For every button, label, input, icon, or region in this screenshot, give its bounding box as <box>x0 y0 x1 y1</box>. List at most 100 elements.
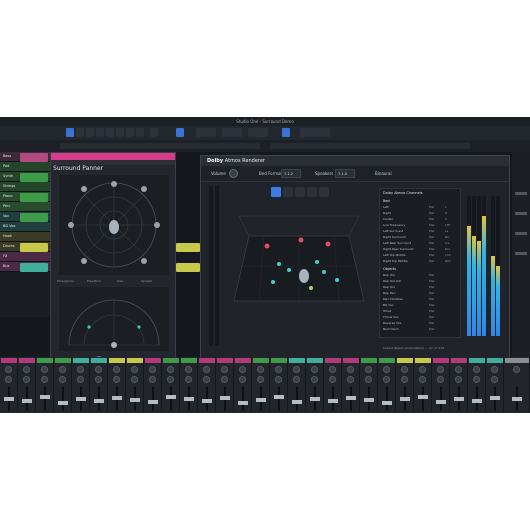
clip-block[interactable] <box>20 263 48 272</box>
daw-window: Studio One - Surround Demo Bass Pad Synt… <box>0 117 530 413</box>
panner-elevation-display[interactable] <box>59 287 169 351</box>
track-row[interactable]: BG Vox <box>0 222 50 232</box>
rack-slot[interactable] <box>515 212 527 215</box>
list-item[interactable]: Left Surround Mst Ls <box>383 229 459 234</box>
channel-list-title: Dolby Atmos Channels <box>383 191 423 195</box>
eraser-tool-button[interactable] <box>96 128 104 137</box>
volume-knob[interactable] <box>229 169 238 178</box>
mixer-channel[interactable] <box>432 357 450 413</box>
list-item[interactable]: Rap Perc Mst <box>383 291 459 296</box>
mixer-channel[interactable] <box>234 357 252 413</box>
bed-format-label: Bed Format <box>259 171 283 176</box>
mixer-channel[interactable] <box>162 357 180 413</box>
mixer-channel[interactable] <box>414 357 432 413</box>
mixer-channel[interactable] <box>252 357 270 413</box>
mixer-channel[interactable] <box>324 357 342 413</box>
clip-block[interactable] <box>20 243 48 252</box>
mixer-channel[interactable] <box>0 357 18 413</box>
list-item[interactable]: Left Rear Surround Mst Lrs <box>383 241 459 246</box>
view-side-button[interactable] <box>295 187 305 197</box>
clip-block[interactable] <box>176 243 200 252</box>
mixer-channel[interactable] <box>18 357 36 413</box>
mixer-channel[interactable] <box>270 357 288 413</box>
renderer-header[interactable]: Dolby Atmos Renderer <box>201 156 509 166</box>
list-item[interactable]: Rap Vox Adl Mst <box>383 279 459 284</box>
rack-slot[interactable] <box>515 232 527 235</box>
timebase-field[interactable] <box>222 128 242 137</box>
mixer-master-channel[interactable] <box>504 357 530 413</box>
mixer-channel[interactable] <box>306 357 324 413</box>
quantize-field[interactable] <box>196 128 216 137</box>
list-item[interactable]: Right Top Middle Mst Rtm <box>383 259 459 264</box>
mixer-channel[interactable] <box>90 357 108 413</box>
list-item[interactable]: Throw Vox Mst <box>383 315 459 320</box>
list-item[interactable]: Rap Vox Mst <box>383 285 459 290</box>
clip-block[interactable] <box>20 193 48 202</box>
clip-block[interactable] <box>20 213 48 222</box>
track-row[interactable]: Perc <box>0 202 50 212</box>
mixer-channel[interactable] <box>126 357 144 413</box>
track-row[interactable]: Pad <box>0 162 50 172</box>
auto-scroll-button[interactable] <box>150 128 158 137</box>
track-row[interactable]: Strings <box>0 182 50 192</box>
view-3d-button[interactable] <box>271 187 281 197</box>
mixer-channel[interactable] <box>450 357 468 413</box>
mixer-channel[interactable] <box>72 357 90 413</box>
split-tool-button[interactable] <box>86 128 94 137</box>
mixer-channel[interactable] <box>288 357 306 413</box>
track-row[interactable]: Hook <box>0 232 50 242</box>
clip-block[interactable] <box>20 153 48 162</box>
main-toolbar <box>0 126 530 140</box>
panner-circle-display[interactable] <box>59 175 169 275</box>
mixer-channel[interactable] <box>396 357 414 413</box>
zoom-button[interactable] <box>282 128 290 137</box>
view-rear-button[interactable] <box>319 187 329 197</box>
list-item[interactable]: Rap Vox Mst <box>383 273 459 278</box>
list-item[interactable]: Bell Chord Mst <box>383 327 459 332</box>
mixer-channel[interactable] <box>198 357 216 413</box>
list-item[interactable]: Low Frequency Mst LFE <box>383 223 459 228</box>
clip-block[interactable] <box>20 173 48 182</box>
speakers-select[interactable]: 7.1.4 <box>335 169 355 178</box>
paint-tool-button[interactable] <box>106 128 114 137</box>
mixer-channel[interactable] <box>342 357 360 413</box>
mixer-channel[interactable] <box>36 357 54 413</box>
bend-tool-button[interactable] <box>126 128 134 137</box>
list-item[interactable]: Left Mst L <box>383 205 459 210</box>
view-front-button[interactable] <box>307 187 317 197</box>
list-item[interactable]: BG Vox Mst <box>383 303 459 308</box>
clip-block[interactable] <box>176 263 200 272</box>
track-row[interactable]: FX <box>0 252 50 262</box>
mixer-channel[interactable] <box>54 357 72 413</box>
arrow-tool-button[interactable] <box>66 128 74 137</box>
view-top-button[interactable] <box>283 187 293 197</box>
list-item[interactable]: Hihat Mst <box>383 309 459 314</box>
rack-slot[interactable] <box>515 192 527 195</box>
panner-header[interactable] <box>51 153 175 160</box>
list-item[interactable]: Right Surround Mst Rs <box>383 235 459 240</box>
range-tool-button[interactable] <box>76 128 84 137</box>
mixer-channel[interactable] <box>378 357 396 413</box>
list-item[interactable]: Left Top Middle Mst Ltm <box>383 253 459 258</box>
mixer-channel[interactable] <box>468 357 486 413</box>
right-rack <box>512 152 530 357</box>
mixer-channel[interactable] <box>216 357 234 413</box>
object-3d-view[interactable] <box>229 206 369 326</box>
mixer-channel[interactable] <box>144 357 162 413</box>
snap-mode-field[interactable] <box>248 128 268 137</box>
snap-button[interactable] <box>176 128 184 137</box>
list-item[interactable]: Perc Doubles Mst <box>383 297 459 302</box>
mixer-channel[interactable] <box>108 357 126 413</box>
list-item[interactable]: Right Mst R <box>383 211 459 216</box>
bed-format-select[interactable]: 7.1.2 <box>281 169 301 178</box>
list-item[interactable]: Reverse Vox Mst <box>383 321 459 326</box>
listen-tool-button[interactable] <box>136 128 144 137</box>
list-item[interactable]: Center Mst C <box>383 217 459 222</box>
list-item[interactable]: Right Rear Surround Mst Rrs <box>383 247 459 252</box>
rack-slot[interactable] <box>515 252 527 255</box>
mixer-channel[interactable] <box>360 357 378 413</box>
mute-tool-button[interactable] <box>116 128 124 137</box>
mixer-channel[interactable] <box>486 357 504 413</box>
mixer-channel[interactable] <box>180 357 198 413</box>
nudge-field[interactable] <box>300 128 330 137</box>
